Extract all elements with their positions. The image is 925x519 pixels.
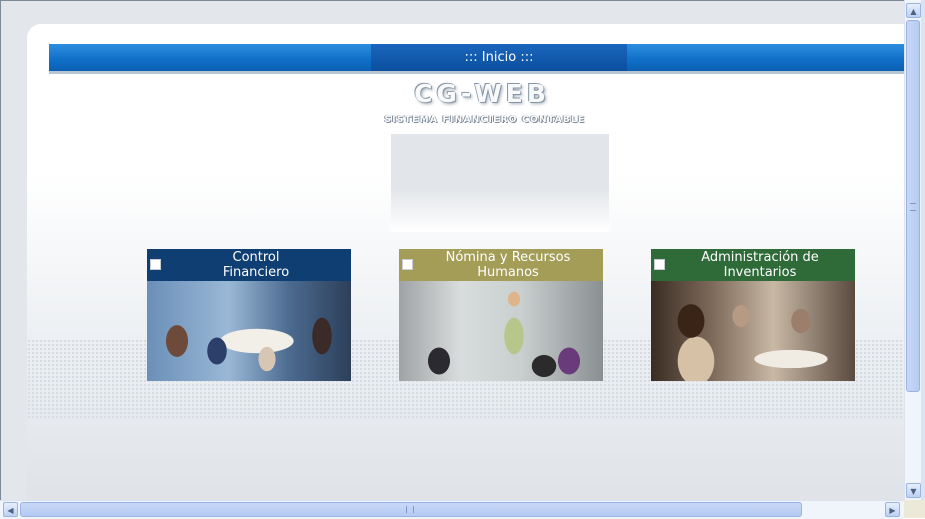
module-header: Nómina y Recursos Humanos: [399, 249, 603, 281]
module-header: Administración de Inventarios: [651, 249, 855, 281]
page-title: ::: Inicio :::: [464, 50, 534, 65]
vertical-scrollbar[interactable]: ▲ ▼: [904, 0, 922, 500]
header-bar: ::: Inicio :::: [49, 44, 904, 74]
triangle-up-icon: ▲: [910, 7, 917, 16]
grip-icon: [406, 506, 414, 513]
window-right-edge: [921, 0, 925, 500]
scroll-up-button[interactable]: ▲: [906, 3, 921, 18]
scrollbar-corner: [904, 500, 925, 518]
module-administracion-inventarios[interactable]: Administración de Inventarios: [651, 249, 855, 381]
horizontal-scroll-thumb[interactable]: [20, 502, 802, 517]
module-control-financiero[interactable]: Control Financiero: [147, 249, 351, 381]
checkbox-icon: [654, 259, 665, 270]
vertical-scroll-thumb[interactable]: [906, 20, 920, 392]
triangle-left-icon: ◀: [7, 506, 14, 515]
page-viewport: ::: Inicio ::: CG-WEB SISTEMA FINANCIERO…: [0, 0, 904, 500]
grip-icon: [910, 203, 916, 211]
scroll-down-button[interactable]: ▼: [906, 483, 921, 498]
module-header: Control Financiero: [147, 249, 351, 281]
module-label: Administración de Inventarios: [701, 250, 819, 280]
module-label: Nómina y Recursos Humanos: [445, 250, 571, 280]
scroll-left-button[interactable]: ◀: [3, 502, 18, 517]
module-photo: [147, 281, 351, 381]
module-photo: [399, 281, 603, 381]
main-panel: ::: Inicio ::: CG-WEB SISTEMA FINANCIERO…: [27, 24, 904, 500]
app-logo-title: CG-WEB: [414, 79, 550, 108]
scroll-right-button[interactable]: ▶: [885, 502, 900, 517]
logo-placeholder-box: [391, 134, 609, 232]
checkbox-icon: [150, 259, 161, 270]
module-label: Control Financiero: [222, 250, 290, 280]
triangle-right-icon: ▶: [889, 506, 896, 515]
horizontal-scrollbar[interactable]: ◀ ▶: [0, 500, 904, 519]
module-nomina-recursos-humanos[interactable]: Nómina y Recursos Humanos: [399, 249, 603, 381]
header-tab: ::: Inicio :::: [371, 44, 627, 71]
triangle-down-icon: ▼: [910, 487, 917, 496]
module-photo: [651, 281, 855, 381]
checkbox-icon: [402, 259, 413, 270]
app-logo-subtitle: SISTEMA FINANCIERO CONTABLE: [384, 115, 586, 125]
